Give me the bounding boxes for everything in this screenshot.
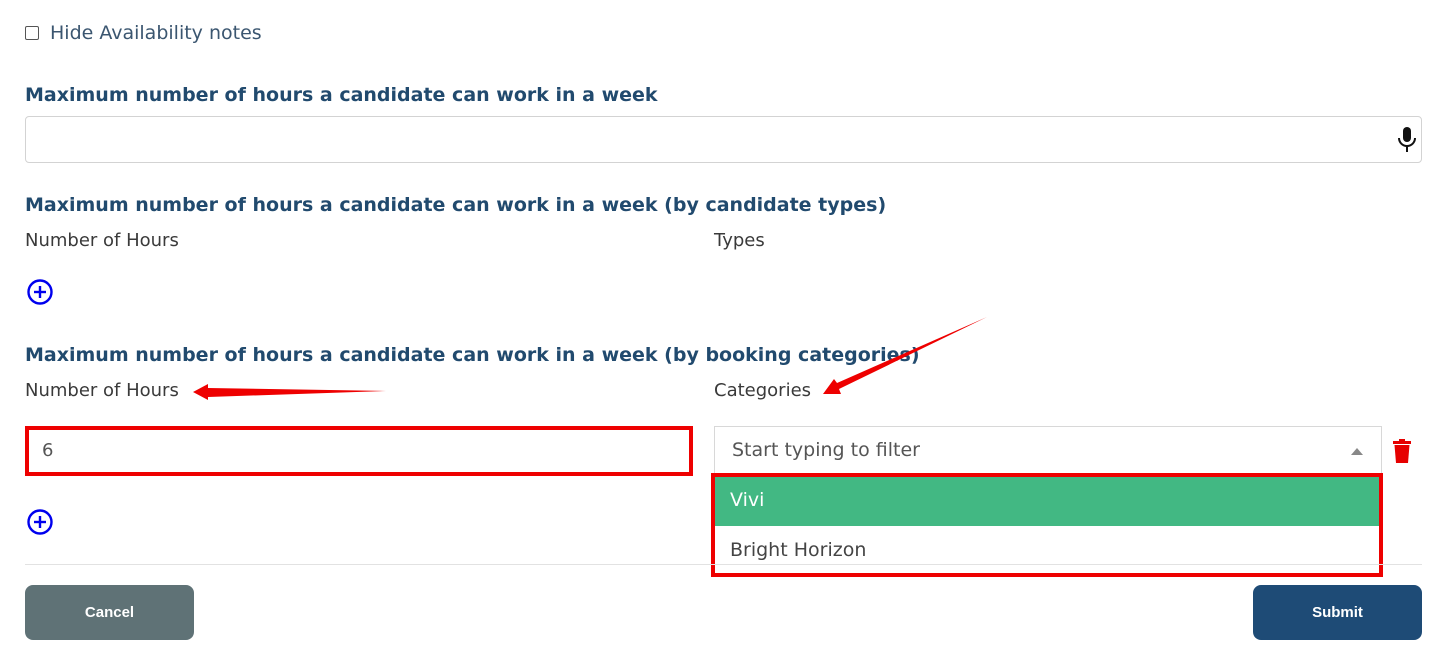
hide-availability-checkbox[interactable] xyxy=(25,26,39,40)
category-option-vivi[interactable]: Vivi xyxy=(715,477,1379,526)
add-candidate-type-icon[interactable] xyxy=(26,278,54,306)
by-candidate-types-title: Maximum number of hours a candidate can … xyxy=(25,194,887,216)
microphone-icon[interactable] xyxy=(1396,126,1418,154)
footer-divider xyxy=(25,564,1422,565)
submit-button[interactable]: Submit xyxy=(1253,585,1422,640)
max-hours-title: Maximum number of hours a candidate can … xyxy=(25,84,658,106)
booking-hours-value: 6 xyxy=(42,440,54,461)
annotation-arrow-hours xyxy=(193,384,386,400)
booking-hours-input[interactable]: 6 xyxy=(25,426,693,476)
by-booking-categories-title: Maximum number of hours a candidate can … xyxy=(25,344,920,366)
cancel-button[interactable]: Cancel xyxy=(25,585,194,640)
categories-dropdown: Vivi Bright Horizon xyxy=(711,473,1383,577)
category-option-bright-horizon[interactable]: Bright Horizon xyxy=(715,526,1379,574)
categories-placeholder: Start typing to filter xyxy=(732,439,920,461)
candidate-types-hours-header: Number of Hours xyxy=(25,230,179,251)
candidate-types-types-header: Types xyxy=(714,230,765,251)
trash-icon[interactable] xyxy=(1392,439,1412,464)
hide-availability-notes[interactable]: Hide Availability notes xyxy=(25,22,262,44)
hide-availability-label: Hide Availability notes xyxy=(50,22,262,44)
booking-categories-hours-header: Number of Hours xyxy=(25,380,179,401)
add-booking-category-icon[interactable] xyxy=(26,508,54,536)
categories-select[interactable]: Start typing to filter xyxy=(714,426,1382,474)
caret-up-icon[interactable] xyxy=(1351,448,1363,455)
booking-categories-categories-header: Categories xyxy=(714,380,812,401)
max-hours-input[interactable] xyxy=(25,116,1422,163)
